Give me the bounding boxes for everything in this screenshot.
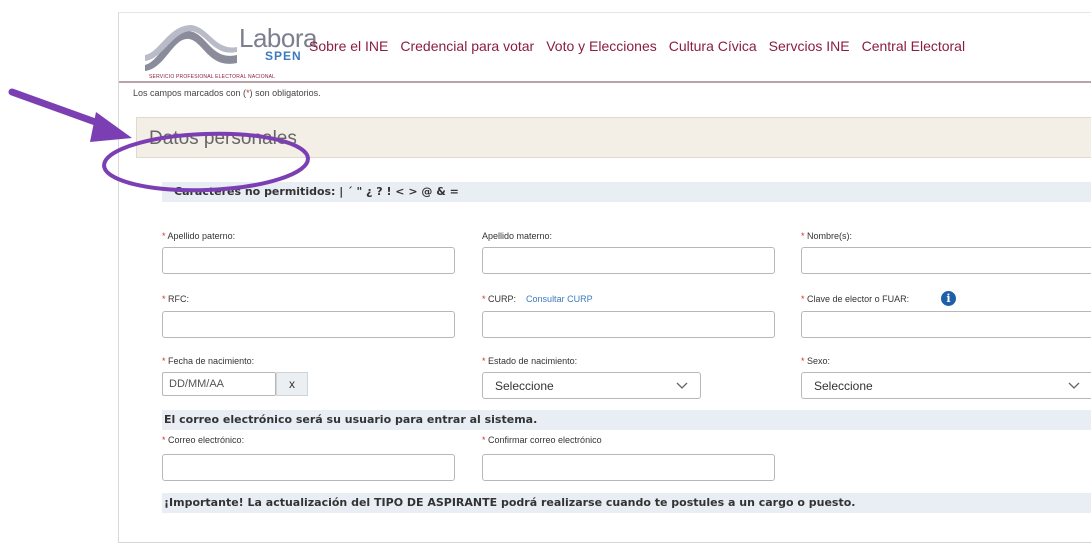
logo-wave-icon [145,25,237,71]
fecha-nacimiento-input[interactable]: DD/MM/AA [162,372,276,396]
nombre-input[interactable] [801,247,1091,274]
required-note-before: Los campos marcados con ( [133,88,247,98]
annotation-arrow-icon [8,88,132,142]
nav-sobre-ine[interactable]: Sobre el INE [309,38,388,54]
brand-subtitle: SERVICIO PROFESIONAL ELECTORAL NACIONAL [149,74,276,80]
sexo-select[interactable]: Seleccione [801,372,1091,399]
required-note-after: ) son obligatorios. [249,88,321,98]
nav-voto-elecciones[interactable]: Voto y Elecciones [546,38,657,54]
curp-label: * CURP: Consultar CURP [482,294,593,304]
important-text: ¡Importante! La actualización del TIPO D… [164,496,856,509]
confirmar-correo-input[interactable] [482,454,775,481]
estado-selected-value: Seleccione [495,379,554,393]
estado-nacimiento-select[interactable]: Seleccione [482,372,701,399]
rfc-input[interactable] [162,311,455,338]
chevron-down-icon [676,382,688,389]
nav-servicios-ine[interactable]: Servcios INE [769,38,850,54]
apellido-paterno-label: * Apellido paterno: [162,231,236,241]
important-banner: ¡Importante! La actualización del TIPO D… [162,493,1091,513]
apellido-materno-label: Apellido materno: [482,231,553,241]
apellido-materno-input[interactable] [482,247,775,274]
forbidden-chars-text: Caracteres no permitidos: | ´ " ¿ ? ! < … [174,185,459,198]
sexo-selected-value: Seleccione [814,379,873,393]
nav-cultura-civica[interactable]: Cultura Cívica [669,38,757,54]
nav-credencial[interactable]: Credencial para votar [400,38,534,54]
fecha-placeholder: DD/MM/AA [169,378,224,390]
labora-spen-logo[interactable]: Labora SPEN SERVICIO PROFESIONAL ELECTOR… [145,23,317,81]
apellido-paterno-input[interactable] [162,247,455,274]
main-nav: Sobre el INE Credencial para votar Voto … [309,38,965,54]
section-header: Datos personales [136,117,1091,158]
brand-suffix: SPEN [265,49,302,63]
sexo-label: * Sexo: [801,356,831,366]
rfc-label: * RFC: [162,294,190,304]
chevron-down-icon [1068,382,1080,389]
email-info-banner: El correo electrónico será su usuario pa… [162,410,1091,430]
top-navigation-bar: Labora SPEN SERVICIO PROFESIONAL ELECTOR… [119,13,1091,83]
correo-label: * Correo electrónico: [162,435,245,445]
email-info-text: El correo electrónico será su usuario pa… [164,413,538,426]
section-title: Datos personales [149,128,297,149]
page: Labora SPEN SERVICIO PROFESIONAL ELECTOR… [118,12,1091,543]
fecha-nacimiento-label: * Fecha de nacimiento: [162,356,255,366]
clave-elector-label: * Clave de elector o FUAR: [801,294,910,304]
correo-input[interactable] [162,454,455,481]
estado-nacimiento-label: * Estado de nacimiento: [482,356,578,366]
consultar-curp-link[interactable]: Consultar CURP [526,294,593,304]
forbidden-chars-banner: Caracteres no permitidos: | ´ " ¿ ? ! < … [162,182,1091,202]
nav-central-electoral[interactable]: Central Electoral [862,38,966,54]
required-fields-note: Los campos marcados con (*) son obligato… [133,88,321,98]
info-circle-icon[interactable]: i [941,291,956,306]
confirmar-correo-label: * Confirmar correo electrónico [482,435,602,445]
clear-date-button[interactable]: x [276,372,308,396]
curp-input[interactable] [482,311,775,338]
nombre-label: * Nombre(s): [801,231,853,241]
clave-elector-input[interactable] [801,311,1091,338]
